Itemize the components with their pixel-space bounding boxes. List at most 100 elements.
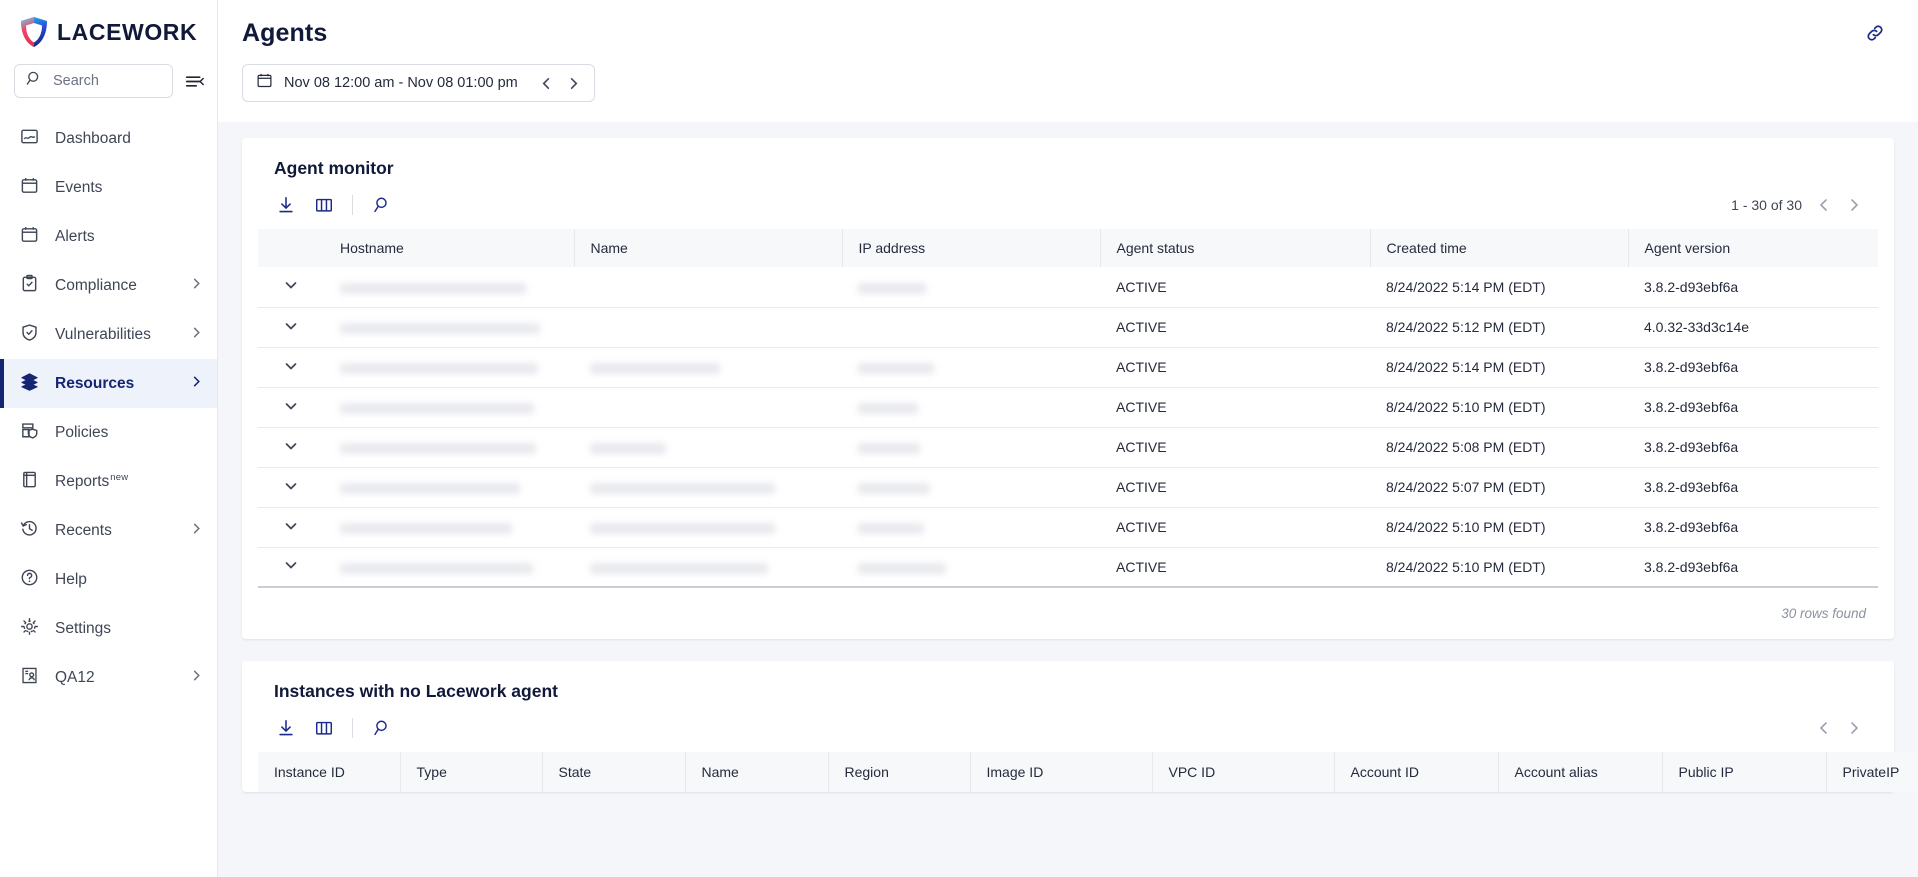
row-expand-cell[interactable]	[258, 467, 324, 508]
expand-column-header	[258, 229, 324, 267]
table-row[interactable]: ACTIVE 8/24/2022 5:10 PM (EDT) 3.8.2-d93eb…	[258, 547, 1878, 588]
column-header-type[interactable]: Type	[400, 752, 543, 792]
pagination-next-icon[interactable]	[1846, 720, 1862, 736]
redacted-value	[858, 362, 934, 374]
search-icon[interactable]	[369, 193, 393, 217]
sidebar-item-compliance[interactable]: Compliance	[0, 261, 217, 310]
pagination-prev-icon[interactable]	[1816, 720, 1832, 736]
sidebar-item-policies[interactable]: Policies	[0, 408, 217, 457]
table-header-row: Instance ID Type State Name Region Image ID VP…	[258, 752, 1918, 792]
cell-agent-status: ACTIVE	[1100, 427, 1370, 468]
chevron-down-icon[interactable]	[283, 318, 299, 334]
date-range-next-icon[interactable]	[566, 76, 581, 91]
chevron-down-icon[interactable]	[283, 438, 299, 454]
column-header-name[interactable]: Name	[574, 229, 843, 267]
table-row[interactable]: ACTIVE 8/24/2022 5:10 PM (EDT) 3.8.2-d93eb…	[258, 387, 1878, 428]
row-expand-cell[interactable]	[258, 267, 324, 308]
table-row[interactable]: ACTIVE 8/24/2022 5:12 PM (EDT) 4.0.32-33d3…	[258, 307, 1878, 348]
chevron-down-icon[interactable]	[283, 557, 299, 573]
table-row[interactable]: ACTIVE 8/24/2022 5:14 PM (EDT) 3.8.2-d93eb…	[258, 267, 1878, 308]
column-header-state[interactable]: State	[542, 752, 686, 792]
table-row[interactable]: ACTIVE 8/24/2022 5:08 PM (EDT) 3.8.2-d93eb…	[258, 427, 1878, 468]
column-header-account-alias[interactable]: Account alias	[1498, 752, 1663, 792]
cell-agent-version: 3.8.2-d93ebf6a	[1628, 387, 1878, 428]
column-header-account-id[interactable]: Account ID	[1334, 752, 1499, 792]
columns-icon[interactable]	[312, 193, 336, 217]
cell-created-time: 8/24/2022 5:10 PM (EDT)	[1370, 507, 1628, 548]
sidebar-nav: Dashboard Events Alerts Compliance Vulne…	[0, 110, 217, 710]
redacted-value	[340, 322, 540, 334]
search-icon[interactable]	[369, 716, 393, 740]
row-expand-cell[interactable]	[258, 307, 324, 348]
redacted-value	[340, 402, 534, 414]
pagination-prev-icon[interactable]	[1816, 197, 1832, 213]
sidebar-item-alerts[interactable]: Alerts	[0, 212, 217, 261]
chevron-down-icon[interactable]	[283, 398, 299, 414]
sidebar-item-label: Vulnerabilities	[55, 325, 151, 343]
sidebar-item-resources[interactable]: Resources	[0, 359, 217, 408]
book-icon	[20, 470, 39, 494]
chevron-down-icon[interactable]	[283, 478, 299, 494]
column-header-hostname[interactable]: Hostname	[324, 229, 575, 267]
column-header-vpc-id[interactable]: VPC ID	[1152, 752, 1335, 792]
download-icon[interactable]	[274, 193, 298, 217]
shield-check-icon	[20, 323, 39, 347]
cell-name	[574, 507, 842, 548]
cell-name	[574, 307, 842, 348]
sidebar-item-reports[interactable]: Reportsnew	[0, 457, 217, 506]
sidebar-item-recents[interactable]: Recents	[0, 506, 217, 555]
search-box[interactable]	[14, 64, 173, 98]
row-expand-cell[interactable]	[258, 427, 324, 468]
column-header-agent-status[interactable]: Agent status	[1100, 229, 1371, 267]
date-range-picker[interactable]: Nov 08 12:00 am - Nov 08 01:00 pm	[242, 64, 595, 102]
instances-no-agent-toolbar	[258, 702, 1878, 752]
collapse-sidebar-icon[interactable]	[181, 68, 207, 94]
row-expand-cell[interactable]	[258, 507, 324, 548]
redacted-value	[858, 522, 924, 534]
table-row[interactable]: ACTIVE 8/24/2022 5:14 PM (EDT) 3.8.2-d93eb…	[258, 347, 1878, 388]
sidebar-item-events[interactable]: Events	[0, 163, 217, 212]
chevron-right-icon	[190, 277, 203, 295]
sidebar-item-settings[interactable]: Settings	[0, 604, 217, 653]
download-icon[interactable]	[274, 716, 298, 740]
column-header-instance-id[interactable]: Instance ID	[258, 752, 401, 792]
row-expand-cell[interactable]	[258, 387, 324, 428]
column-header-region[interactable]: Region	[828, 752, 971, 792]
chevron-right-icon	[190, 669, 203, 687]
chevron-down-icon[interactable]	[283, 358, 299, 374]
column-header-created-time[interactable]: Created time	[1370, 229, 1629, 267]
cell-ip-address	[842, 267, 1100, 308]
row-expand-cell[interactable]	[258, 347, 324, 388]
sidebar-item-qa12[interactable]: QA12	[0, 653, 217, 702]
columns-icon[interactable]	[312, 716, 336, 740]
column-header-agent-version[interactable]: Agent version	[1628, 229, 1878, 267]
sidebar-item-help[interactable]: Help	[0, 555, 217, 604]
sidebar-item-dashboard[interactable]: Dashboard	[0, 114, 217, 163]
column-header-ip-address[interactable]: IP address	[842, 229, 1101, 267]
chevron-down-icon[interactable]	[283, 518, 299, 534]
table-row[interactable]: ACTIVE 8/24/2022 5:10 PM (EDT) 3.8.2-d93eb…	[258, 507, 1878, 548]
table-row[interactable]: ACTIVE 8/24/2022 5:07 PM (EDT) 3.8.2-d93eb…	[258, 467, 1878, 508]
cell-ip-address	[842, 467, 1100, 508]
lacework-shield-logo-icon	[20, 16, 48, 48]
brand[interactable]: LACEWORK	[0, 0, 217, 60]
sidebar-item-label: Resources	[55, 374, 135, 392]
column-header-public-ip[interactable]: Public IP	[1662, 752, 1827, 792]
cell-ip-address	[842, 347, 1100, 388]
search-input[interactable]	[53, 73, 161, 89]
column-header-name[interactable]: Name	[685, 752, 829, 792]
topbar-header-row: Agents	[242, 0, 1890, 48]
dashboard-icon	[20, 127, 39, 151]
chevron-down-icon[interactable]	[283, 277, 299, 293]
date-range-prev-icon[interactable]	[539, 76, 554, 91]
cell-name	[574, 427, 842, 468]
cell-created-time: 8/24/2022 5:08 PM (EDT)	[1370, 427, 1628, 468]
pagination-next-icon[interactable]	[1846, 197, 1862, 213]
agent-monitor-card: Agent monitor 1 - 30 of 30 Hostname Name…	[242, 138, 1894, 639]
sidebar-item-vulnerabilities[interactable]: Vulnerabilities	[0, 310, 217, 359]
cell-agent-version: 3.8.2-d93ebf6a	[1628, 347, 1878, 388]
column-header-privateip[interactable]: PrivateIP	[1826, 752, 1918, 792]
row-expand-cell[interactable]	[258, 547, 324, 588]
column-header-image-id[interactable]: Image ID	[970, 752, 1153, 792]
link-icon[interactable]	[1860, 18, 1890, 48]
